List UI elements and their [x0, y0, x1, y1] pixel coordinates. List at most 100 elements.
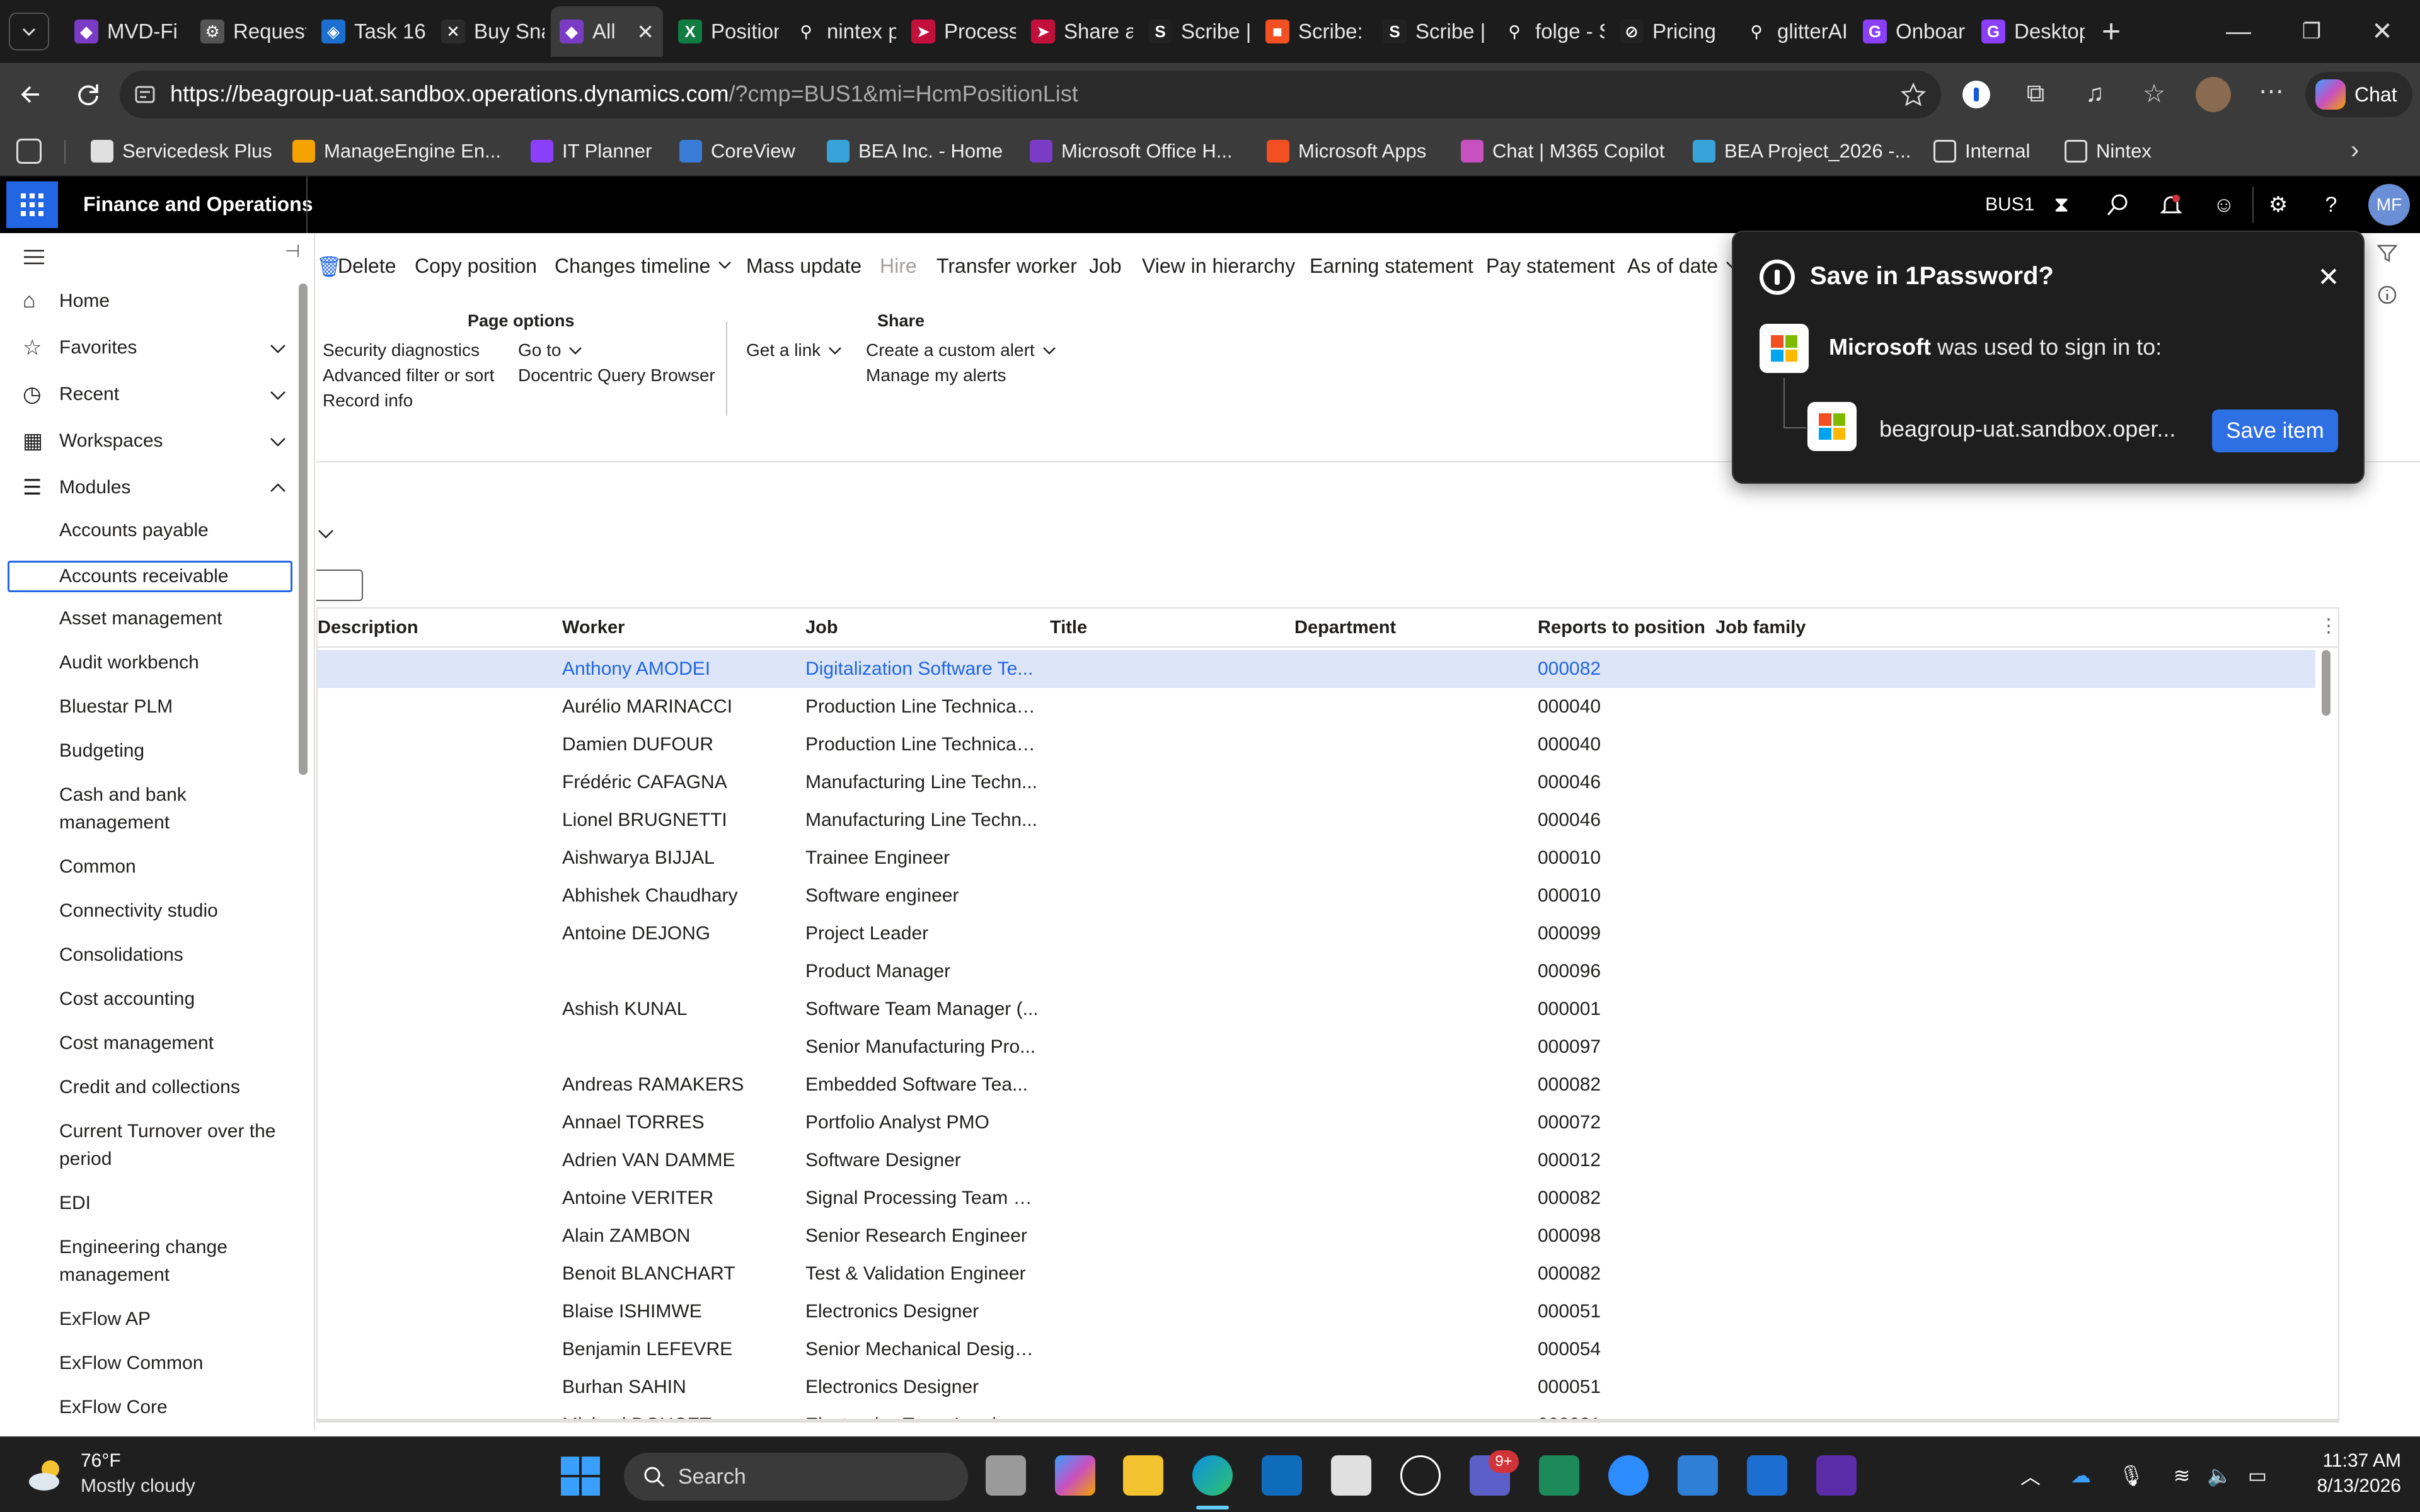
table-row[interactable]: Abhishek Chaudhary Software engineer 00001… [318, 877, 2315, 915]
edge-browser-icon[interactable] [1192, 1455, 1233, 1496]
cell-worker[interactable]: Benjamin LEFEVRE [562, 1339, 795, 1360]
cell-job[interactable]: Production Line Technical ... [805, 696, 1039, 718]
cell-reports-to[interactable]: 000051 [1538, 1301, 1702, 1322]
module-item[interactable]: Bluestar PLM [0, 693, 302, 721]
module-item[interactable]: Cost management [0, 1029, 302, 1057]
cell-job[interactable]: Software Designer [805, 1150, 1039, 1171]
table-row[interactable]: Antoine VERITER Signal Processing Team L.… [318, 1179, 2315, 1217]
module-item[interactable]: Accounts receivable [8, 561, 292, 592]
m365-app-icon[interactable] [1055, 1455, 1095, 1496]
table-row[interactable]: Burhan SAHIN Electronics Designer 000051 [318, 1368, 2315, 1406]
filter-pane-icon[interactable] [2376, 242, 2399, 265]
filter-input[interactable] [316, 570, 363, 601]
cell-worker[interactable]: Damien DUFOUR [562, 734, 795, 755]
action-transfer-worker-button[interactable]: Transfer worker [936, 255, 1077, 278]
favorite-star-icon[interactable] [1901, 82, 1926, 107]
search-icon[interactable] [2101, 188, 2135, 222]
dataverse-icon[interactable]: ⧗ [2044, 188, 2078, 222]
module-item[interactable]: Accounts payable [0, 517, 302, 544]
media-icon[interactable]: ♫ [2080, 79, 2110, 110]
weather-temperature[interactable]: 76°F [81, 1450, 121, 1472]
outlook-icon[interactable] [1262, 1455, 1302, 1496]
cell-reports-to[interactable]: 000012 [1538, 1150, 1702, 1171]
cell-reports-to[interactable]: 000010 [1538, 885, 1702, 907]
table-row[interactable]: Frédéric CAFAGNA Manufacturing Line Techn… [318, 764, 2315, 801]
col-header-worker[interactable]: Worker [562, 617, 625, 638]
table-row[interactable]: Mickael DOUCETElectronics Team Lead...00… [318, 1406, 2315, 1419]
cell-job[interactable]: Project Leader [805, 923, 1039, 944]
help-icon[interactable]: ? [2314, 188, 2348, 222]
module-item[interactable]: Audit workbench [0, 649, 302, 677]
cell-job[interactable]: Senior Research Engineer [805, 1225, 1039, 1247]
col-header-description[interactable]: Description [318, 617, 418, 638]
collapse-nav-button[interactable] [21, 244, 47, 270]
cell-worker[interactable]: Abhishek Chaudhary [562, 885, 795, 907]
close-window-button[interactable]: ✕ [2338, 0, 2420, 63]
company-picker[interactable]: BUS1 [1985, 194, 2034, 215]
col-header-reports-to[interactable]: Reports to position [1538, 617, 1705, 638]
cell-job[interactable]: Software engineer [805, 885, 1039, 907]
app-title[interactable]: Finance and Operations [83, 193, 313, 216]
glitter-app-icon[interactable] [1816, 1455, 1857, 1496]
action-changes-timeline-button[interactable]: Changes timeline [555, 255, 733, 278]
clock-date[interactable]: 8/13/2026 [2275, 1475, 2401, 1497]
app-launcher-button[interactable] [6, 181, 58, 228]
popup-close-button[interactable]: ✕ [2313, 261, 2344, 292]
table-row[interactable]: Annael TORRES Portfolio Analyst PMO 000072 [318, 1104, 2315, 1142]
module-item[interactable]: Common [0, 853, 302, 881]
module-item[interactable]: Cash and bank management [0, 781, 302, 837]
cell-job[interactable]: Manufacturing Line Techn... [805, 772, 1039, 793]
cell-reports-to[interactable]: 000051 [1538, 1377, 1702, 1398]
cell-worker[interactable]: Aishwarya BIJJAL [562, 847, 795, 869]
get-a-link-button[interactable]: Get a link [746, 340, 843, 360]
cell-reports-to[interactable]: 000010 [1538, 847, 1702, 869]
module-item[interactable]: Consolidations [0, 941, 302, 969]
table-row[interactable]: Alain ZAMBON Senior Research Engineer 0000… [318, 1217, 2315, 1255]
green-app-icon[interactable] [1539, 1455, 1579, 1496]
bookmark-item[interactable]: Microsoft Apps [1267, 137, 1426, 165]
browser-tab[interactable]: S Scribe | [1139, 6, 1250, 57]
favorites-icon[interactable]: ☆ [2139, 79, 2169, 110]
user-avatar[interactable]: MF [2368, 184, 2410, 226]
cell-reports-to[interactable]: 000040 [1538, 696, 1702, 718]
nav-item-workspaces[interactable]: ▦ Workspaces [0, 422, 302, 460]
browser-tab[interactable]: S Scribe | [1374, 6, 1487, 57]
module-item[interactable]: Budgeting [0, 737, 302, 765]
table-row[interactable]: Senior Manufacturing Pro... 000097 [318, 1028, 2315, 1066]
profile-avatar[interactable] [2196, 77, 2231, 112]
cell-reports-to[interactable]: 000082 [1538, 1074, 1702, 1096]
table-row[interactable]: Ashish KUNAL Software Team Manager (... 00… [318, 990, 2315, 1028]
browser-tab[interactable]: ⚲ glitterAI [1736, 6, 1848, 57]
cell-worker[interactable]: Antoine VERITER [562, 1188, 795, 1209]
bookmark-item[interactable]: CoreView [679, 137, 795, 165]
action-view-in-hierarchy-button[interactable]: View in hierarchy [1142, 255, 1295, 278]
browser-tab[interactable]: ◈ Task 164 [313, 6, 426, 57]
wifi-icon[interactable]: ≋ [2168, 1462, 2196, 1489]
file-explorer-icon[interactable] [1123, 1455, 1163, 1496]
cell-job[interactable]: Portfolio Analyst PMO [805, 1112, 1039, 1133]
grid-options-icon[interactable]: ⋮ [2319, 615, 2338, 640]
cell-worker[interactable]: Adrien VAN DAMME [562, 1150, 795, 1171]
cell-worker[interactable]: Burhan SAHIN [562, 1377, 795, 1398]
grid-scrollbar[interactable] [2322, 650, 2331, 716]
cell-job[interactable]: Production Line Technical ... [805, 734, 1039, 755]
module-item[interactable]: Asset management [0, 605, 302, 633]
cell-worker[interactable]: Lionel BRUGNETTI [562, 810, 795, 831]
bookmark-item[interactable]: BEA Project_2026 -... [1693, 137, 1911, 165]
cell-worker[interactable]: Blaise ISHIMWE [562, 1301, 795, 1322]
table-row[interactable]: Andreas RAMAKERS Embedded Software Tea...… [318, 1066, 2315, 1104]
cell-worker[interactable]: Annael TORRES [562, 1112, 795, 1133]
cell-reports-to[interactable]: 000082 [1538, 1263, 1702, 1285]
table-row[interactable]: Damien DUFOUR Production Line Technical .… [318, 726, 2315, 764]
action-copy-position-button[interactable]: Copy position [415, 255, 537, 278]
module-item[interactable]: Current Turnover over the period [0, 1118, 302, 1173]
bookmark-item[interactable]: Servicedesk Plus [91, 137, 272, 165]
onedrive-icon[interactable]: ☁ [2067, 1462, 2095, 1489]
cell-reports-to[interactable]: 000082 [1538, 1188, 1702, 1209]
url-text[interactable]: https://beagroup-uat.sandbox.operations.… [170, 81, 1078, 107]
site-info-icon[interactable] [134, 83, 156, 106]
settings-gear-icon[interactable]: ⚙ [2261, 188, 2295, 222]
remote-desktop-icon[interactable] [1678, 1455, 1718, 1496]
browser-tab[interactable]: ⚙ Request [192, 6, 306, 57]
cell-worker[interactable]: Andreas RAMAKERS [562, 1074, 795, 1096]
